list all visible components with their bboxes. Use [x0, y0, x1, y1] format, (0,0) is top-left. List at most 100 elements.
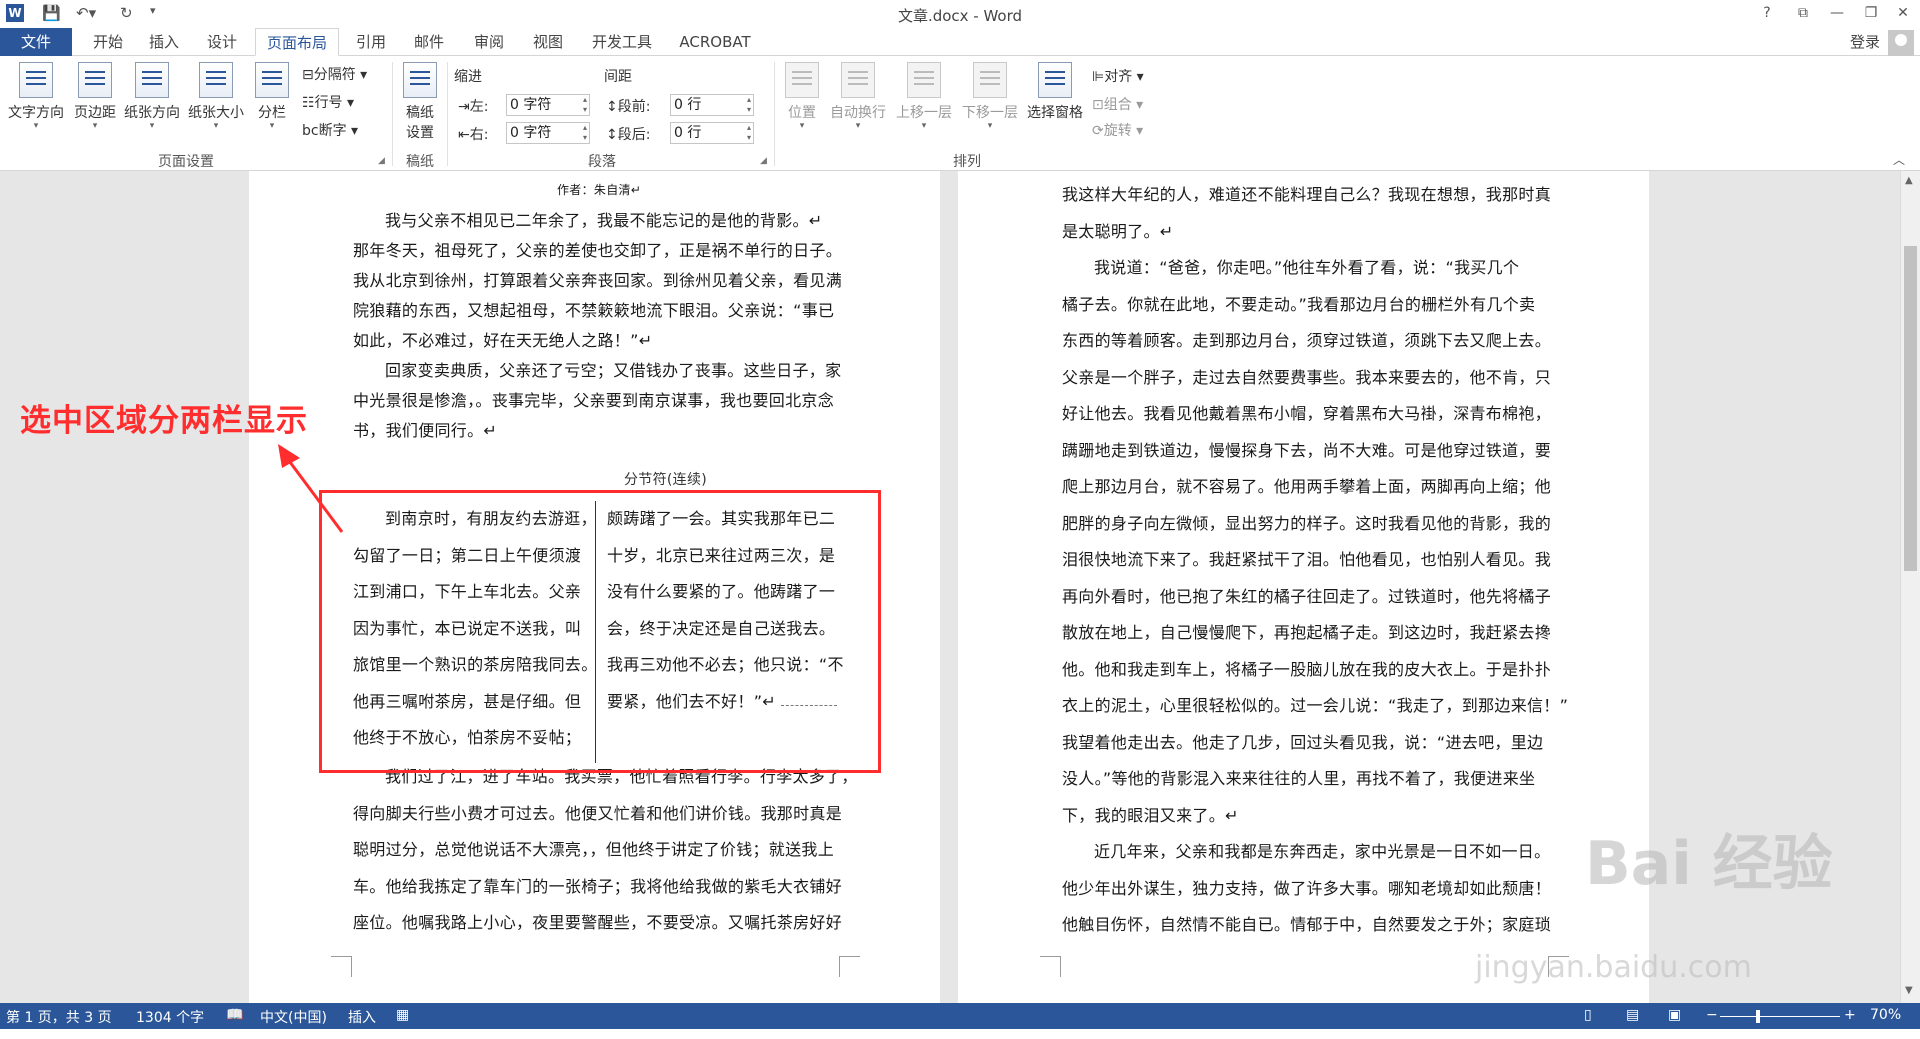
insert-mode[interactable]: 插入 [348, 1007, 376, 1027]
page-right[interactable]: 我这样大年纪的人，难道还不能料理自己么？我现在想想，我那时真 是太聪明了。↵ 我说道… [958, 171, 1649, 1003]
selection-pane-icon [1038, 62, 1072, 98]
page-count[interactable]: 第 1 页，共 3 页 [6, 1007, 112, 1027]
tab-review[interactable]: 审阅 [465, 28, 513, 56]
indent-left-label: ⇥左: [458, 99, 489, 115]
text-line: 衣上的泥土，心里很轻松似的。过一会儿说：“我走了，到那边来信！” [1062, 696, 1569, 715]
sign-in-link[interactable]: 登录 [1850, 28, 1880, 56]
tab-view[interactable]: 视图 [524, 28, 572, 56]
selection-pane-button[interactable]: 选择窗格 [1022, 62, 1088, 122]
indent-right-input[interactable]: 0 字符 [506, 122, 590, 144]
tab-design[interactable]: 设计 [198, 28, 246, 56]
breaks-button[interactable]: ⊟分隔符 ▾ [302, 64, 367, 84]
group-button[interactable]: ⊡组合 ▾ [1092, 94, 1143, 114]
text-line: 东西的等着顾客。走到那边月台，须穿过铁道，须跳下去又爬上去。 [1062, 331, 1552, 350]
web-layout-icon[interactable]: ▣ [1668, 1007, 1681, 1023]
spacing-before-input[interactable]: 0 行 [670, 94, 754, 116]
tab-developer[interactable]: 开发工具 [584, 28, 660, 56]
align-icon: ⊫ [1092, 69, 1105, 85]
align-button[interactable]: ⊫对齐 ▾ [1092, 66, 1144, 86]
text-line: 没人。”等他的背影混入来来往往的人里，再找不着了，我便进来坐 [1062, 769, 1536, 788]
wrap-text-button[interactable]: 自动换行 ▾ [826, 62, 890, 131]
text-line: 近几年来，父亲和我都是东奔西走，家中光景是一日不如一日。 [1094, 842, 1551, 861]
text-line: 我望着他走出去。他走了几步，回过头看见我，说：“进去吧，里边 [1062, 732, 1544, 752]
scroll-up-icon[interactable]: ▲ [1905, 175, 1913, 186]
paragraph-launcher-icon[interactable]: ◢ [760, 156, 767, 166]
text-line: 如此，不必难过，好在天无绝人之路！”↵ [353, 331, 653, 350]
margins-button[interactable]: 页边距 ▾ [70, 62, 120, 131]
tab-page-layout[interactable]: 页面布局 [255, 28, 339, 56]
status-bar: 第 1 页，共 3 页 1304 个字 📖 中文(中国) 插入 ▦ ▯ ▤ ▣ … [0, 1003, 1920, 1029]
bottom-edge [0, 1029, 1920, 1039]
zoom-out-icon[interactable]: − [1706, 1007, 1718, 1023]
rotate-button[interactable]: ⟳旋转 ▾ [1092, 120, 1143, 140]
close-button[interactable]: ✕ [1886, 2, 1920, 24]
group-label-paragraph: 段落 [588, 154, 616, 170]
text-line: 我这样大年纪的人，难道还不能料理自己么？我现在想想，我那时真 [1062, 185, 1552, 204]
send-backward-icon [973, 62, 1007, 98]
group-label-draft: 稿纸 [406, 154, 434, 170]
breaks-icon: ⊟ [302, 67, 314, 83]
line-numbers-icon: ☷ [302, 95, 315, 111]
scroll-thumb[interactable] [1904, 246, 1917, 571]
tab-mailings[interactable]: 邮件 [405, 28, 453, 56]
indent-left-icon: ⇥ [458, 99, 470, 115]
help-button[interactable]: ? [1750, 2, 1784, 24]
draft-paper-icon [403, 62, 437, 98]
word-count[interactable]: 1304 个字 [136, 1007, 204, 1027]
size-button[interactable]: 纸张大小 ▾ [184, 62, 248, 131]
section-break-marker: 分节符(连续) [624, 472, 708, 488]
tab-home[interactable]: 开始 [84, 28, 132, 56]
user-avatar-icon[interactable] [1888, 30, 1914, 56]
text-direction-button[interactable]: 文字方向 ▾ [4, 62, 68, 131]
zoom-in-icon[interactable]: + [1844, 1007, 1856, 1023]
text-line: 下，我的眼泪又来了。↵ [1062, 805, 1239, 825]
macro-icon[interactable]: ▦ [396, 1007, 409, 1023]
title-bar: W 💾 ↶▾ ↻ ▾ 文章.docx - Word ? ⧉ — ❐ ✕ [0, 0, 1920, 28]
spacing-after-label: ↕段后: [606, 127, 651, 143]
annotation-highlight-box [319, 490, 881, 773]
text-line: 好让他去。我看见他戴着黑布小帽，穿着黑布大马褂，深青布棉袍， [1062, 404, 1552, 423]
ribbon: 文字方向 ▾ 页边距 ▾ 纸张方向 ▾ 纸张大小 ▾ 分栏 ▾ ⊟分隔符 ▾ ☷行号 ▾ … [0, 56, 1920, 171]
zoom-slider[interactable] [1720, 1016, 1840, 1017]
print-layout-icon[interactable]: ▤ [1626, 1007, 1639, 1023]
tab-acrobat[interactable]: ACROBAT [672, 28, 758, 56]
line-numbers-button[interactable]: ☷行号 ▾ [302, 92, 354, 112]
bring-forward-button[interactable]: 上移一层 ▾ [892, 62, 956, 131]
text-line: 他。他和我走到车上，将橘子一股脑儿放在我的皮大衣上。于是扑扑 [1062, 659, 1552, 679]
indent-title: 缩进 [454, 69, 482, 85]
corner-mark [331, 956, 352, 977]
send-backward-button[interactable]: 下移一层 ▾ [958, 62, 1022, 131]
text-line: 我说道：“爸爸，你走吧。”他往车外看了看，说：“我买几个 [1094, 258, 1520, 277]
text-line: 车。他给我拣定了靠车门的一张椅子；我将他给我做的紫毛大衣铺好 [353, 876, 843, 896]
collapse-ribbon-icon[interactable]: ︿ [1893, 151, 1905, 168]
ribbon-display-options-icon[interactable]: ⧉ [1786, 2, 1820, 24]
tab-insert[interactable]: 插入 [140, 28, 188, 56]
columns-button[interactable]: 分栏 ▾ [254, 62, 290, 131]
language-indicator[interactable]: 中文(中国) [260, 1007, 327, 1027]
tab-file[interactable]: 文件 [0, 28, 72, 56]
read-mode-icon[interactable]: ▯ [1584, 1007, 1592, 1023]
hyphenation-button[interactable]: bc断字 ▾ [302, 120, 358, 140]
minimize-button[interactable]: — [1820, 2, 1854, 24]
indent-left-input[interactable]: 0 字符 [506, 94, 590, 116]
draft-settings-button[interactable]: 稿纸 设置 [398, 62, 442, 142]
text-line: 他触目伤怀，自然情不能自已。情郁于中，自然要发之于外；家庭琐 [1062, 915, 1552, 934]
restore-button[interactable]: ❐ [1854, 2, 1888, 24]
text-line: 他少年出外谋生，独力支持，做了许多大事。哪知老境却如此颓唐！ [1062, 878, 1552, 898]
spacing-before-label: ↕段前: [606, 99, 651, 115]
text-line: 父亲是一个胖子，走过去自然要费事些。我本来要去的，他不肯，只 [1062, 367, 1552, 387]
text-line: 回家变卖典质，父亲还了亏空；又借钱办了丧事。这些日子，家 [385, 361, 842, 380]
zoom-level[interactable]: 70% [1870, 1007, 1901, 1023]
zoom-slider-thumb[interactable] [1756, 1010, 1760, 1023]
text-line: 座位。他嘱我路上小心，夜里要警醒些，不要受凉。又嘱托茶房好好 [353, 913, 843, 932]
proofing-icon[interactable]: 📖 [226, 1007, 243, 1023]
scroll-down-icon[interactable]: ▼ [1905, 985, 1913, 996]
tab-references[interactable]: 引用 [347, 28, 395, 56]
wrap-text-icon [841, 62, 875, 98]
position-button[interactable]: 位置 ▾ [782, 62, 822, 131]
page-setup-launcher-icon[interactable]: ◢ [378, 156, 385, 166]
spacing-after-input[interactable]: 0 行 [670, 122, 754, 144]
orientation-button[interactable]: 纸张方向 ▾ [120, 62, 184, 131]
columns-icon [255, 62, 289, 98]
vertical-scrollbar[interactable]: ▲ ▼ [1900, 171, 1920, 1003]
